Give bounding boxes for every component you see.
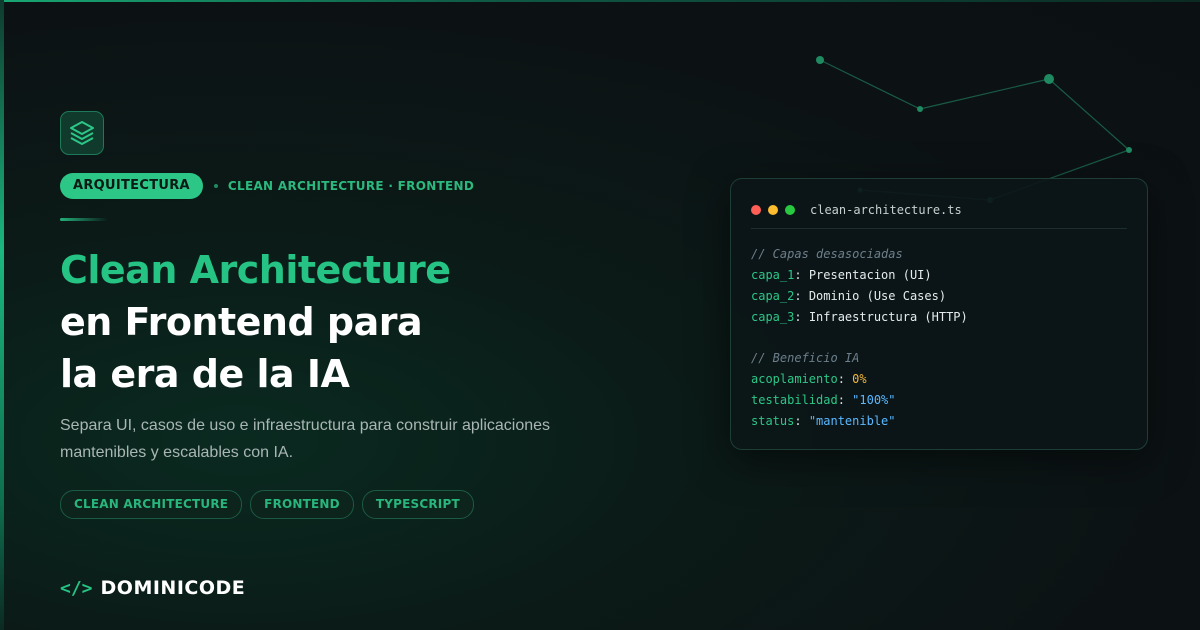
category-pill[interactable]: ARQUITECTURA — [60, 173, 203, 199]
code-line: acoplamiento: 0% — [751, 372, 867, 386]
minimize-dot-icon — [768, 205, 778, 215]
code-key: testabilidad — [751, 393, 838, 407]
code-comment: // Capas desasociadas — [751, 247, 903, 261]
tag-clean-architecture[interactable]: CLEAN ARCHITECTURE — [60, 490, 243, 519]
code-value: "100%" — [852, 393, 896, 407]
maximize-dot-icon — [785, 205, 795, 215]
code-line: capa_3: Infraestructura (HTTP) — [751, 310, 968, 324]
code-line: capa_2: Dominio (Use Cases) — [751, 289, 947, 303]
code-brackets-icon: </> — [60, 577, 93, 599]
code-line: testabilidad: "100%" — [751, 393, 896, 407]
code-key: status — [751, 414, 795, 428]
tag-list: CLEAN ARCHITECTURE FRONTEND TYPESCRIPT — [60, 490, 474, 519]
window-divider — [751, 228, 1127, 229]
code-key: capa_3 — [751, 310, 795, 324]
top-accent-line — [0, 0, 1200, 2]
subtitle: Separa UI, casos de uso e infraestructur… — [60, 417, 551, 461]
code-key: capa_2 — [751, 289, 795, 303]
left-accent-bar — [0, 0, 4, 630]
tag-frontend[interactable]: FRONTEND — [250, 490, 354, 519]
title-line-1: Clean Architecture — [60, 248, 451, 292]
code-key: acoplamiento — [751, 372, 838, 386]
code-window: clean-architecture.ts // Capas desasocia… — [730, 178, 1148, 450]
code-value: Dominio (Use Cases) — [808, 289, 947, 303]
code-value: Infraestructura (HTTP) — [808, 310, 968, 324]
code-key: capa_1 — [751, 268, 795, 282]
code-value: 0% — [852, 372, 867, 386]
code-filename: clean-architecture.ts — [810, 203, 962, 217]
code-block: // Capas desasociadas capa_1: Presentaci… — [751, 244, 968, 432]
code-value: Presentacion (UI) — [808, 268, 932, 282]
category-meta: CLEAN ARCHITECTURE · FRONTEND — [227, 179, 475, 193]
close-dot-icon — [751, 205, 761, 215]
separator-dot — [213, 184, 218, 188]
code-line: status: "mantenible" — [751, 414, 896, 428]
window-header: clean-architecture.ts — [751, 201, 1127, 219]
brand-name: DOMINICODE — [100, 577, 246, 599]
code-comment: // Beneficio IA — [751, 351, 860, 365]
code-value: "mantenible" — [808, 414, 896, 428]
category-row: ARQUITECTURA CLEAN ARCHITECTURE · FRONTE… — [60, 173, 474, 199]
tag-typescript[interactable]: TYPESCRIPT — [361, 490, 474, 519]
code-line: capa_1: Presentacion (UI) — [751, 268, 932, 282]
brand[interactable]: </> DOMINICODE — [60, 576, 245, 600]
title-line-2: en Frontend para — [60, 300, 423, 344]
title-line-3: la era de la IA — [60, 352, 350, 396]
divider — [60, 218, 108, 221]
layers-icon — [60, 111, 104, 155]
page-title: Clean Architecture en Frontend para la e… — [60, 244, 680, 400]
